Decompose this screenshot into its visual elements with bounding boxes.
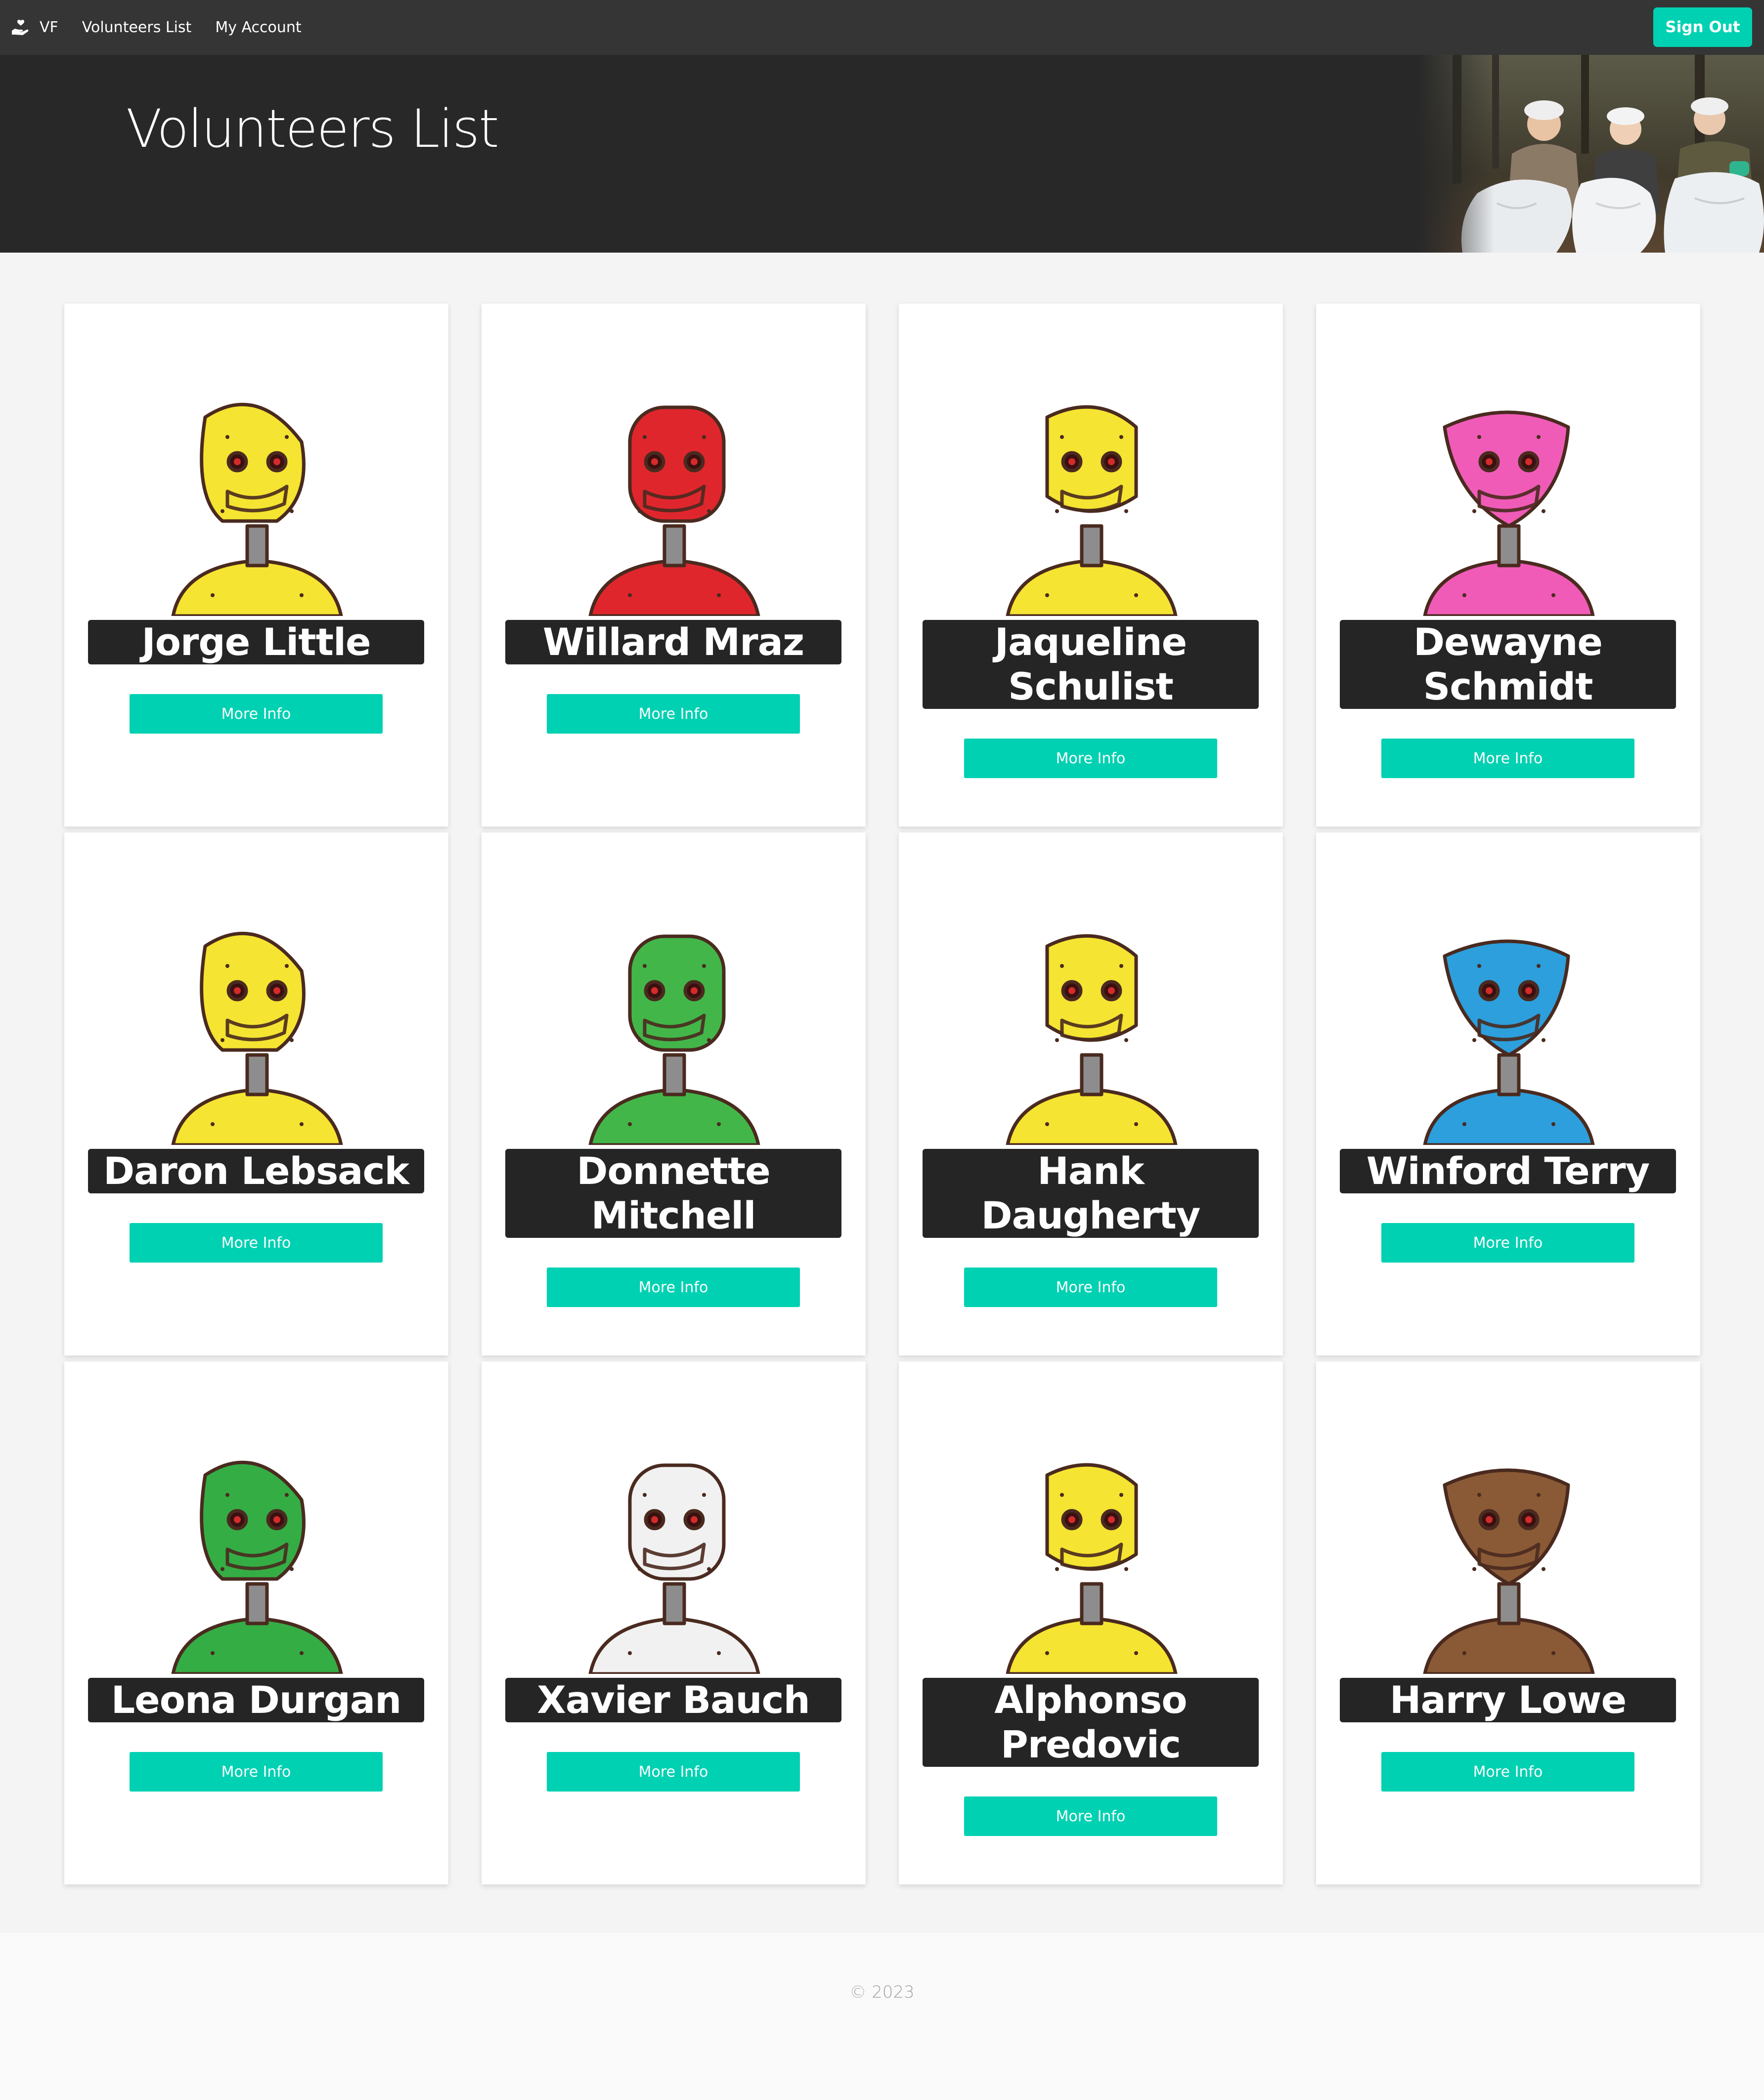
hero-banner: Volunteers List: [0, 55, 1764, 253]
volunteer-name: Donnette Mitchell: [505, 1149, 841, 1238]
more-info-button[interactable]: More Info: [547, 1752, 800, 1792]
volunteer-card: Willard Mraz More Info: [482, 304, 866, 827]
more-info-button[interactable]: More Info: [1381, 1752, 1634, 1792]
more-info-button[interactable]: More Info: [964, 1268, 1217, 1307]
robot-avatar: [1006, 1463, 1178, 1674]
volunteer-name: Jaqueline Schulist: [923, 620, 1259, 709]
volunteer-card: Harry Lowe More Info: [1316, 1361, 1700, 1884]
volunteer-card: Donnette Mitchell More Info: [482, 832, 866, 1356]
volunteer-card: Hank Daugherty More Info: [899, 832, 1283, 1356]
more-info-button[interactable]: More Info: [1381, 739, 1634, 778]
hand-holding-heart-icon: [12, 19, 29, 35]
robot-avatar: [1006, 934, 1178, 1145]
volunteer-card: Daron Lebsack More Info: [64, 832, 448, 1356]
robot-avatar: [588, 405, 760, 616]
volunteer-card: Leona Durgan More Info: [64, 1361, 448, 1884]
robot-avatar: [1423, 1468, 1595, 1674]
sign-out-button[interactable]: Sign Out: [1653, 7, 1752, 47]
more-info-button[interactable]: More Info: [130, 694, 383, 734]
robot-avatar: [588, 1463, 760, 1674]
volunteer-name: Willard Mraz: [505, 620, 841, 664]
more-info-button[interactable]: More Info: [1381, 1223, 1634, 1263]
volunteer-card: Xavier Bauch More Info: [482, 1361, 866, 1884]
volunteer-name: Jorge Little: [88, 620, 424, 664]
copyright-text: © 2023: [849, 1982, 915, 2002]
brand-text: VF: [40, 19, 58, 36]
volunteer-name: Alphonso Predovic: [923, 1678, 1259, 1767]
volunteers-photo: [1418, 55, 1764, 253]
navbar: VF Volunteers List My Account Sign Out: [0, 0, 1764, 55]
robot-avatar: [588, 934, 760, 1145]
more-info-button[interactable]: More Info: [964, 739, 1217, 778]
robot-avatar: [171, 931, 343, 1145]
volunteer-name: Leona Durgan: [88, 1678, 424, 1722]
volunteer-name: Harry Lowe: [1340, 1678, 1676, 1722]
volunteer-name: Dewayne Schmidt: [1340, 620, 1676, 709]
volunteer-card: Jaqueline Schulist More Info: [899, 304, 1283, 827]
nav-link-volunteers-list[interactable]: Volunteers List: [82, 19, 192, 36]
volunteer-name: Hank Daugherty: [923, 1149, 1259, 1238]
robot-avatar: [1423, 410, 1595, 616]
brand[interactable]: VF: [11, 18, 58, 38]
footer: © 2023: [0, 1933, 1764, 2100]
volunteer-card: Dewayne Schmidt More Info: [1316, 304, 1700, 827]
more-info-button[interactable]: More Info: [130, 1223, 383, 1263]
more-info-button[interactable]: More Info: [130, 1752, 383, 1792]
page-title: Volunteers List: [126, 98, 499, 159]
volunteer-name: Xavier Bauch: [505, 1678, 841, 1722]
more-info-button[interactable]: More Info: [547, 1268, 800, 1307]
robot-avatar: [1423, 939, 1595, 1145]
more-info-button[interactable]: More Info: [547, 694, 800, 734]
robot-avatar: [171, 402, 343, 616]
volunteer-card: Winford Terry More Info: [1316, 832, 1700, 1356]
more-info-button[interactable]: More Info: [964, 1796, 1217, 1836]
volunteer-name: Daron Lebsack: [88, 1149, 424, 1193]
robot-avatar: [171, 1460, 343, 1674]
nav-link-my-account[interactable]: My Account: [215, 19, 301, 36]
robot-avatar: [1006, 405, 1178, 616]
volunteer-card: Alphonso Predovic More Info: [899, 1361, 1283, 1884]
volunteer-name: Winford Terry: [1340, 1149, 1676, 1193]
volunteer-card: Jorge Little More Info: [64, 304, 448, 827]
